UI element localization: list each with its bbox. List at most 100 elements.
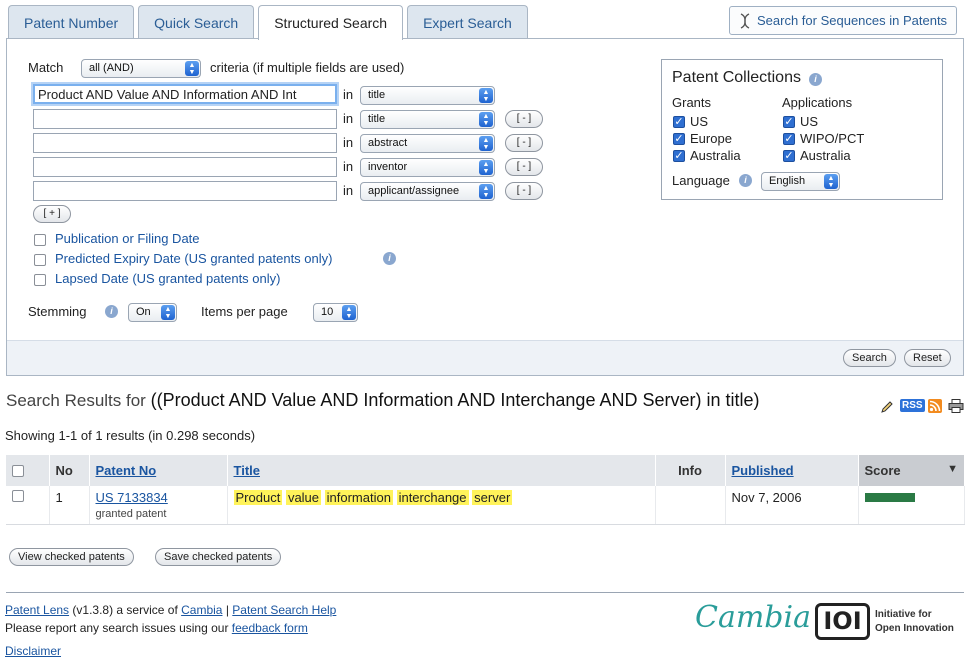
results-table: No Patent No Title Info Published Score … <box>6 455 965 525</box>
table-row: 1 US 7133834 granted patent Product valu… <box>6 486 965 525</box>
criteria-input-4[interactable] <box>33 157 337 177</box>
info-icon[interactable]: i <box>809 73 822 86</box>
applications-wipo-label: WIPO/PCT <box>800 131 865 146</box>
print-icon[interactable] <box>948 399 964 413</box>
publication-date-link[interactable]: Publication or Filing Date <box>55 231 200 246</box>
info-icon[interactable]: i <box>739 174 752 187</box>
search-help-link[interactable]: Patent Search Help <box>232 603 336 617</box>
col-patent-no[interactable]: Patent No <box>89 455 228 486</box>
sort-down-icon[interactable]: ▼ <box>947 463 958 475</box>
field-select-1[interactable]: title ▲ ▼ <box>360 86 495 105</box>
applications-australia-checkbox[interactable]: ✓ <box>783 150 795 162</box>
structured-search-panel: Match all (AND) ▲ ▼ criteria (if multiple… <box>6 38 964 376</box>
row-title[interactable]: Product value information interchange se… <box>227 486 656 525</box>
match-select-value: all (AND) <box>89 62 134 74</box>
in-label: in <box>343 135 354 150</box>
grants-us-label: US <box>690 114 709 129</box>
info-icon[interactable]: i <box>105 305 118 318</box>
applications-wipo-checkbox[interactable]: ✓ <box>783 133 795 145</box>
panel-footer: Search Reset <box>7 340 963 375</box>
feed-icon[interactable] <box>928 399 942 413</box>
row-checkbox[interactable] <box>12 490 24 502</box>
criteria-input-1[interactable]: Product AND Value AND Information AND In… <box>33 84 337 104</box>
patent-number-link[interactable]: US 7133834 <box>96 490 168 505</box>
row-no: 1 <box>49 486 90 525</box>
lapsed-date-checkbox[interactable] <box>34 274 46 286</box>
pencil-icon[interactable] <box>880 400 894 414</box>
col-title[interactable]: Title <box>227 455 656 486</box>
grants-europe-checkbox[interactable]: ✓ <box>673 133 685 145</box>
col-patent-no-link[interactable]: Patent No <box>96 463 157 478</box>
select-arrows-icon: ▲ ▼ <box>479 88 493 103</box>
select-all-checkbox[interactable] <box>12 464 24 477</box>
add-criteria-button[interactable]: [ + ] <box>33 205 71 223</box>
match-select[interactable]: all (AND) ▲ ▼ <box>81 59 201 78</box>
reset-button[interactable]: Reset <box>904 349 951 367</box>
field-select-value: title <box>368 113 386 125</box>
applications-australia-label: Australia <box>800 148 851 163</box>
field-select-3[interactable]: abstract ▲ ▼ <box>360 134 495 153</box>
expiry-date-link[interactable]: Predicted Expiry Date (US granted patent… <box>55 251 332 266</box>
match-suffix: criteria (if multiple fields are used) <box>210 60 405 75</box>
remove-criteria-button[interactable]: [ - ] <box>505 158 543 176</box>
info-icon[interactable]: i <box>383 252 396 265</box>
results-count: Showing 1-1 of 1 results (in 0.298 secon… <box>5 428 256 443</box>
field-select-2[interactable]: title ▲ ▼ <box>360 110 495 129</box>
search-sequences-button[interactable]: Search for Sequences in Patents <box>729 6 957 35</box>
lapsed-date-link[interactable]: Lapsed Date (US granted patents only) <box>55 271 280 286</box>
rss-link[interactable]: RSS <box>900 399 925 412</box>
footer-line-1: Patent Lens (v1.3.8) a service of Cambia… <box>5 603 336 617</box>
remove-criteria-button[interactable]: [ - ] <box>505 134 543 152</box>
collections-title: Patent Collections <box>672 69 801 86</box>
field-select-4[interactable]: inventor ▲ ▼ <box>360 158 495 177</box>
select-arrows-icon: ▲ ▼ <box>479 136 493 151</box>
title-word: interchange <box>396 490 469 505</box>
row-info <box>655 486 726 525</box>
patent-lens-link[interactable]: Patent Lens <box>5 603 69 617</box>
tab-expert-search[interactable]: Expert Search <box>407 5 528 39</box>
expiry-date-checkbox[interactable] <box>34 254 46 266</box>
footer-report: Please report any search issues using ou… <box>5 621 229 635</box>
results-query: ((Product AND Value AND Information AND … <box>150 390 760 410</box>
select-all-cell <box>6 455 50 486</box>
patent-status: granted patent <box>95 508 167 520</box>
criteria-input-5[interactable] <box>33 181 337 201</box>
col-published-link[interactable]: Published <box>732 463 794 478</box>
stemming-value: On <box>136 306 151 318</box>
ioi-logo[interactable]: IOI <box>815 603 870 640</box>
view-checked-button[interactable]: View checked patents <box>9 548 134 566</box>
criteria-input-2[interactable] <box>33 109 337 129</box>
stemming-select[interactable]: On ▲ ▼ <box>128 303 177 322</box>
language-select[interactable]: English ▲ ▼ <box>761 172 840 191</box>
feedback-link[interactable]: feedback form <box>232 621 308 635</box>
col-no: No <box>49 455 90 486</box>
applications-us-checkbox[interactable]: ✓ <box>783 116 795 128</box>
search-button[interactable]: Search <box>843 349 896 367</box>
remove-criteria-button[interactable]: [ - ] <box>505 182 543 200</box>
criteria-input-3[interactable] <box>33 133 337 153</box>
save-checked-button[interactable]: Save checked patents <box>155 548 282 566</box>
search-sequences-label: Search for Sequences in Patents <box>757 13 948 28</box>
tab-quick-search[interactable]: Quick Search <box>138 5 255 39</box>
results-heading: Search Results for ((Product AND Value A… <box>6 390 760 411</box>
grants-australia-checkbox[interactable]: ✓ <box>673 150 685 162</box>
col-title-link[interactable]: Title <box>234 463 261 478</box>
col-score-label: Score <box>864 463 901 478</box>
items-per-page-select[interactable]: 10 ▲ ▼ <box>313 303 358 322</box>
tab-structured-search[interactable]: Structured Search <box>258 5 404 40</box>
cambia-logo[interactable]: Cambia <box>695 600 811 635</box>
patent-collections-box: Patent Collections i Grants Applications… <box>661 59 943 200</box>
row-score <box>858 486 965 525</box>
cambia-link[interactable]: Cambia <box>181 603 222 617</box>
publication-date-checkbox[interactable] <box>34 234 46 246</box>
col-score[interactable]: Score ▼ <box>858 455 965 486</box>
tab-patent-number[interactable]: Patent Number <box>8 5 135 39</box>
remove-criteria-button[interactable]: [ - ] <box>505 110 543 128</box>
in-label: in <box>343 87 354 102</box>
select-arrows-icon: ▲ ▼ <box>479 184 493 199</box>
results-heading-label: Search Results for <box>6 391 146 410</box>
field-select-5[interactable]: applicant/assignee ▲ ▼ <box>360 182 495 201</box>
col-published[interactable]: Published <box>725 455 859 486</box>
disclaimer-link[interactable]: Disclaimer <box>5 644 61 658</box>
grants-us-checkbox[interactable]: ✓ <box>673 116 685 128</box>
